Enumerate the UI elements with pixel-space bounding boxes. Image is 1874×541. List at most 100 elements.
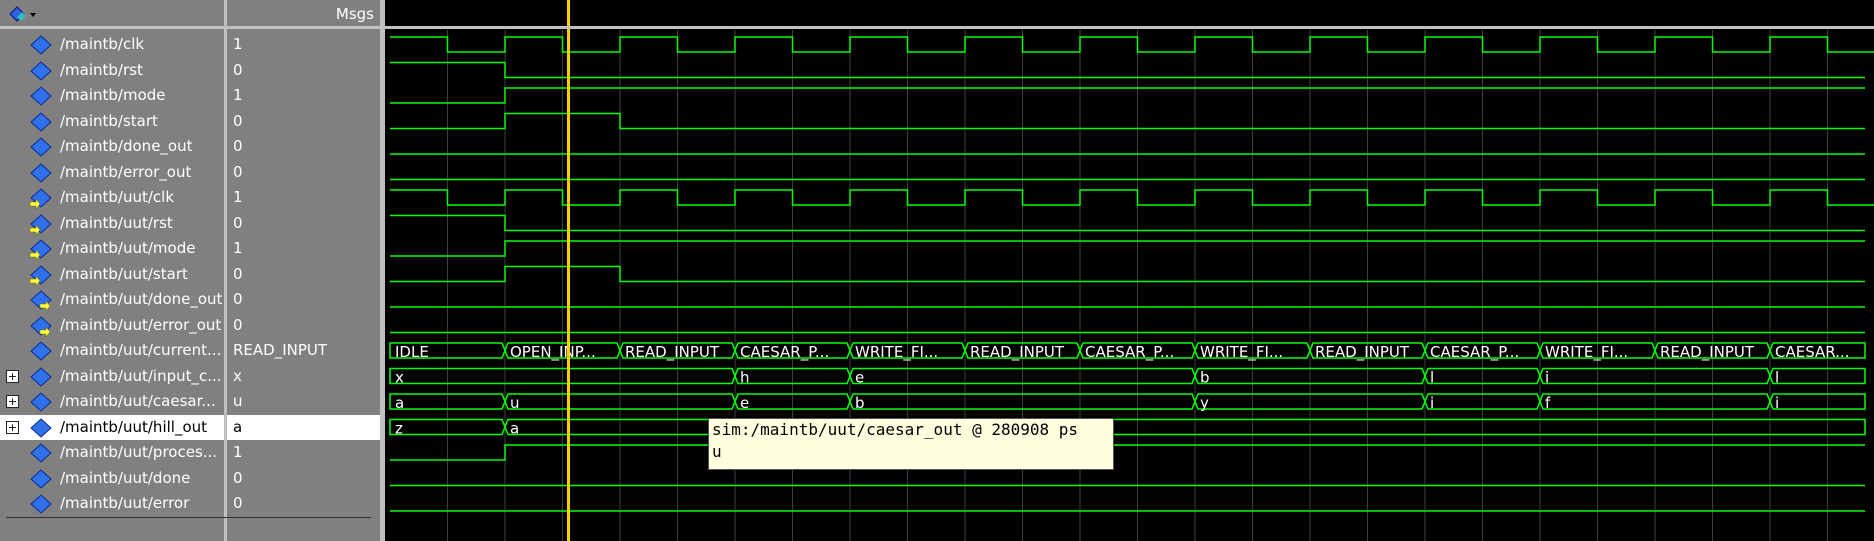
signal-name: /maintb/rst — [60, 60, 143, 79]
signal-row[interactable]: /maintb/done_out — [0, 134, 224, 159]
header-divider — [0, 26, 1874, 29]
signal-name: /maintb/uut/proces... — [60, 443, 218, 461]
signal-value: 0 — [233, 468, 243, 487]
bus-segment-label: CAESAR_P... — [740, 343, 829, 362]
signal-row[interactable]: /maintb/uut/error — [0, 491, 224, 516]
bus-segment — [1769, 393, 1866, 410]
logic-waveform — [390, 240, 1865, 257]
signal-row[interactable]: /maintb/uut/done_out — [0, 287, 224, 312]
bus-segment-label: x — [395, 369, 404, 387]
signal-row[interactable]: /maintb/uut/rst — [0, 211, 224, 236]
signal-value: x — [233, 366, 242, 385]
signal-value: 0 — [233, 162, 243, 181]
signal-value: 0 — [233, 137, 243, 155]
signal-value-cell[interactable]: 1 — [227, 185, 380, 210]
signal-row[interactable]: /maintb/mode — [0, 83, 224, 108]
bus-segment-label: WRITE_FI... — [1545, 343, 1628, 362]
signal-value-cell[interactable]: 0 — [227, 134, 380, 159]
signal-row[interactable]: /maintb/uut/mode — [0, 236, 224, 261]
signal-row[interactable]: + /maintb/uut/hill_out — [0, 414, 224, 440]
signal-value-cell[interactable]: 1 — [227, 440, 380, 465]
signal-row[interactable]: /maintb/uut/error_out — [0, 313, 224, 338]
signal-value-cell[interactable]: 0 — [227, 466, 380, 491]
name-pane-scroll-marker — [6, 517, 371, 518]
signal-name: /maintb/mode — [60, 86, 166, 104]
signal-row[interactable]: /maintb/rst — [0, 58, 224, 83]
signal-value-cell[interactable]: 0 — [227, 160, 380, 185]
signal-value-cell[interactable]: a — [227, 414, 380, 440]
bus-segment-label: IDLE — [395, 343, 429, 361]
signal-name: /maintb/uut/mode — [60, 239, 196, 257]
signal-value-cell[interactable]: 0 — [227, 287, 380, 312]
signal-name: /maintb/uut/done — [60, 468, 191, 487]
signal-value-cell[interactable]: 0 — [227, 58, 380, 83]
expand-toggle[interactable]: + — [6, 369, 19, 383]
signal-name: /maintb/uut/input_c... — [60, 366, 222, 385]
signal-row[interactable]: /maintb/uut/start — [0, 262, 224, 287]
bus-segment-label: b — [1200, 369, 1210, 387]
signal-name: /maintb/clk — [60, 35, 145, 53]
bus-segment-label: CAESAR_P... — [1430, 343, 1519, 362]
signal-row[interactable]: /maintb/start — [0, 109, 224, 134]
signal-row[interactable]: + /maintb/uut/caesar... — [0, 389, 224, 414]
signal-value-tooltip: sim:/maintb/uut/caesar_out @ 280908 ps u — [708, 418, 1114, 470]
signal-value: 1 — [233, 86, 243, 104]
signal-value-cell[interactable]: 1 — [227, 32, 380, 57]
bus-segment-label: f — [1545, 394, 1551, 412]
signal-value: 0 — [233, 213, 243, 232]
signal-value-cell[interactable]: READ_INPUT — [227, 338, 380, 363]
signal-value: 0 — [233, 315, 243, 334]
signal-value: a — [233, 417, 243, 436]
wave-tool-dropdown-icon[interactable] — [6, 4, 36, 28]
signal-value-cell[interactable]: 1 — [227, 236, 380, 261]
signal-value-cell[interactable]: x — [227, 364, 380, 389]
signal-value-cell[interactable]: 1 — [227, 83, 380, 108]
bus-segment-label: e — [740, 394, 749, 412]
clock-waveform — [390, 36, 1874, 53]
signal-name: /maintb/uut/current... — [60, 341, 222, 359]
bus-segment-label: a — [395, 394, 404, 412]
signal-value: u — [233, 392, 243, 410]
bus-segment-label: l — [1430, 369, 1434, 387]
signal-name: /maintb/error_out — [60, 162, 192, 181]
signal-name: /maintb/uut/error_out — [60, 315, 222, 334]
signal-value: 0 — [233, 111, 243, 130]
signal-value-cell[interactable]: 0 — [227, 262, 380, 287]
signal-value-cell[interactable]: 0 — [227, 109, 380, 134]
signal-row[interactable]: /maintb/clk — [0, 32, 224, 57]
signal-row[interactable]: /maintb/uut/done — [0, 466, 224, 491]
signal-value-cell[interactable]: 0 — [227, 491, 380, 516]
waveform-canvas[interactable]: IDLE OPEN_INP... READ_INPUT CAESAR_P... WRIT… — [385, 0, 1874, 541]
signal-value: READ_INPUT — [233, 341, 328, 359]
expand-toggle[interactable]: + — [6, 395, 19, 408]
signal-name: /maintb/uut/rst — [60, 213, 173, 232]
signal-value-cell[interactable]: u — [227, 389, 380, 414]
signal-name: /maintb/uut/hill_out — [60, 417, 208, 436]
logic-waveform — [390, 87, 1865, 104]
signal-value: 1 — [233, 443, 243, 461]
signal-value: 0 — [233, 264, 243, 283]
signal-value: 1 — [233, 188, 243, 206]
signal-name: /maintb/uut/error — [60, 494, 190, 512]
signal-name: /maintb/uut/caesar... — [60, 392, 216, 410]
signal-row[interactable]: /maintb/error_out — [0, 160, 224, 185]
signal-row[interactable]: + /maintb/uut/input_c... — [0, 364, 224, 389]
expand-toggle[interactable]: + — [6, 420, 19, 434]
logic-waveform — [390, 61, 1865, 79]
logic-waveform — [390, 444, 1865, 461]
bus-segment-label: y — [1200, 394, 1209, 412]
signal-value-cell[interactable]: 0 — [227, 313, 380, 338]
bus-segment-label: READ_INPUT — [1660, 343, 1755, 362]
signal-value: 0 — [233, 494, 243, 512]
tooltip-path-time: sim:/maintb/uut/caesar_out @ 280908 ps — [712, 420, 1079, 439]
bus-segment — [1769, 367, 1866, 385]
bus-segment-label: WRITE_FI... — [855, 343, 938, 362]
bus-segment-label: CAESAR_P... — [1085, 343, 1174, 362]
signal-row[interactable]: /maintb/uut/clk — [0, 185, 224, 210]
signal-row[interactable]: /maintb/uut/proces... — [0, 440, 224, 465]
logic-waveform — [390, 265, 1865, 283]
bus-segment-label: i — [1430, 394, 1434, 412]
bus-segment-label: READ_INPUT — [1315, 343, 1410, 362]
signal-row[interactable]: /maintb/uut/current... — [0, 338, 224, 363]
signal-value-cell[interactable]: 0 — [227, 211, 380, 236]
